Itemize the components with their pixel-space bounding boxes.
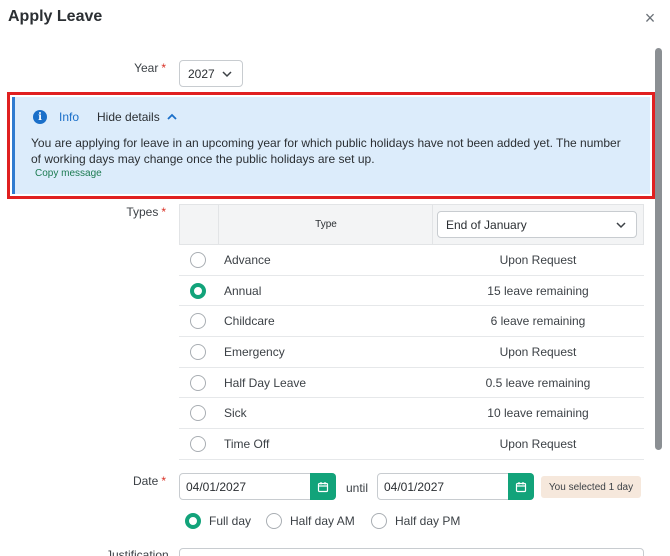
leave-remaining: 0.5 leave remaining: [485, 375, 591, 390]
types-label-text: Types: [126, 205, 159, 219]
copy-message-link[interactable]: Copy message: [35, 168, 102, 179]
table-row[interactable]: Childcare 6 leave remaining: [179, 306, 644, 338]
modal-title: Apply Leave: [8, 8, 103, 25]
until-label: until: [346, 481, 369, 495]
date-label-text: Date: [132, 474, 159, 488]
selected-days-badge: You selected 1 day: [541, 476, 641, 498]
date-from-calendar-button[interactable]: [310, 473, 336, 500]
option-full-day[interactable]: Full day: [185, 513, 251, 529]
leave-type-name: Time Off: [224, 436, 270, 451]
leave-types-table: Type End of January Advance Upon Request A…: [179, 204, 644, 460]
date-from-value: 04/01/2027: [186, 479, 247, 494]
info-label: Info: [59, 110, 80, 124]
leave-remaining: Upon Request: [499, 252, 577, 267]
date-to-input[interactable]: 04/01/2027: [377, 473, 534, 500]
table-row[interactable]: Annual 15 leave remaining: [179, 276, 644, 307]
year-label: Year *: [120, 61, 166, 75]
full-day-radio[interactable]: [185, 513, 201, 529]
full-day-label: Full day: [209, 514, 252, 528]
date-label: Date *: [120, 474, 166, 488]
hide-details-label: Hide details: [97, 110, 160, 124]
date-from-input[interactable]: 04/01/2027: [179, 473, 336, 500]
chevron-down-icon: [222, 70, 232, 77]
close-icon[interactable]: ×: [640, 8, 660, 28]
period-select[interactable]: End of January: [437, 211, 637, 238]
option-half-day-pm[interactable]: Half day PM: [371, 513, 460, 529]
leave-type-radio[interactable]: [190, 313, 206, 330]
calendar-icon: [317, 481, 329, 492]
leave-type-radio[interactable]: [190, 435, 206, 452]
leave-type-name: Childcare: [224, 314, 275, 329]
table-header: Type End of January: [179, 204, 644, 245]
required-marker: *: [161, 474, 166, 488]
leave-type-radio[interactable]: [190, 343, 206, 360]
chevron-up-icon: [167, 113, 177, 120]
date-to-calendar-button[interactable]: [508, 473, 534, 500]
half-day-pm-radio[interactable]: [371, 513, 387, 529]
leave-remaining: 6 leave remaining: [490, 314, 586, 329]
leave-type-name: Half Day Leave: [224, 375, 307, 390]
leave-remaining: Upon Request: [499, 344, 577, 359]
table-row[interactable]: Sick 10 leave remaining: [179, 398, 644, 430]
leave-type-name: Emergency: [224, 344, 285, 359]
table-row[interactable]: Emergency Upon Request: [179, 337, 644, 368]
date-to-value: 04/01/2027: [384, 479, 445, 494]
calendar-icon: [515, 481, 527, 492]
leave-type-radio[interactable]: [190, 251, 206, 268]
table-body: Advance Upon Request Annual 15 leave remain…: [179, 245, 644, 460]
chevron-down-icon: [616, 221, 626, 228]
leave-type-radio[interactable]: [190, 374, 206, 391]
table-row[interactable]: Time Off Upon Request: [179, 429, 644, 460]
leave-type-name: Advance: [224, 252, 271, 267]
table-row[interactable]: Advance Upon Request: [179, 245, 644, 276]
header-radio-cell: [180, 205, 219, 244]
leave-remaining: 10 leave remaining: [487, 406, 589, 421]
leave-remaining: Upon Request: [499, 436, 577, 451]
info-message: You are applying for leave in an upcomin…: [31, 136, 621, 166]
info-icon: i: [33, 110, 47, 124]
scrollbar-thumb[interactable]: [655, 48, 662, 450]
hide-details-toggle[interactable]: Hide details: [97, 110, 178, 124]
half-day-am-radio[interactable]: [266, 513, 282, 529]
leave-type-name: Sick: [224, 406, 247, 421]
leave-type-radio[interactable]: [190, 282, 206, 299]
half-day-pm-label: Half day PM: [395, 514, 461, 528]
info-header: i Info Hide details: [33, 110, 178, 124]
year-select[interactable]: 2027: [179, 60, 243, 87]
types-label: Types *: [110, 205, 166, 219]
leave-type-radio[interactable]: [190, 405, 206, 422]
info-banner: i Info Hide details You are applying for…: [12, 97, 650, 194]
table-row[interactable]: Half Day Leave 0.5 leave remaining: [179, 368, 644, 399]
half-day-am-label: Half day AM: [290, 514, 355, 528]
option-half-day-am[interactable]: Half day AM: [266, 513, 355, 529]
year-label-text: Year: [134, 61, 159, 75]
leave-remaining: 15 leave remaining: [487, 283, 589, 298]
header-type: Type: [220, 205, 433, 244]
required-marker: *: [161, 61, 166, 75]
required-marker: *: [161, 205, 166, 219]
justification-input[interactable]: [179, 548, 644, 556]
year-select-value: 2027: [188, 66, 215, 81]
justification-label: Justification: [106, 548, 169, 556]
period-select-value: End of January: [446, 217, 527, 232]
leave-type-name: Annual: [224, 283, 262, 298]
